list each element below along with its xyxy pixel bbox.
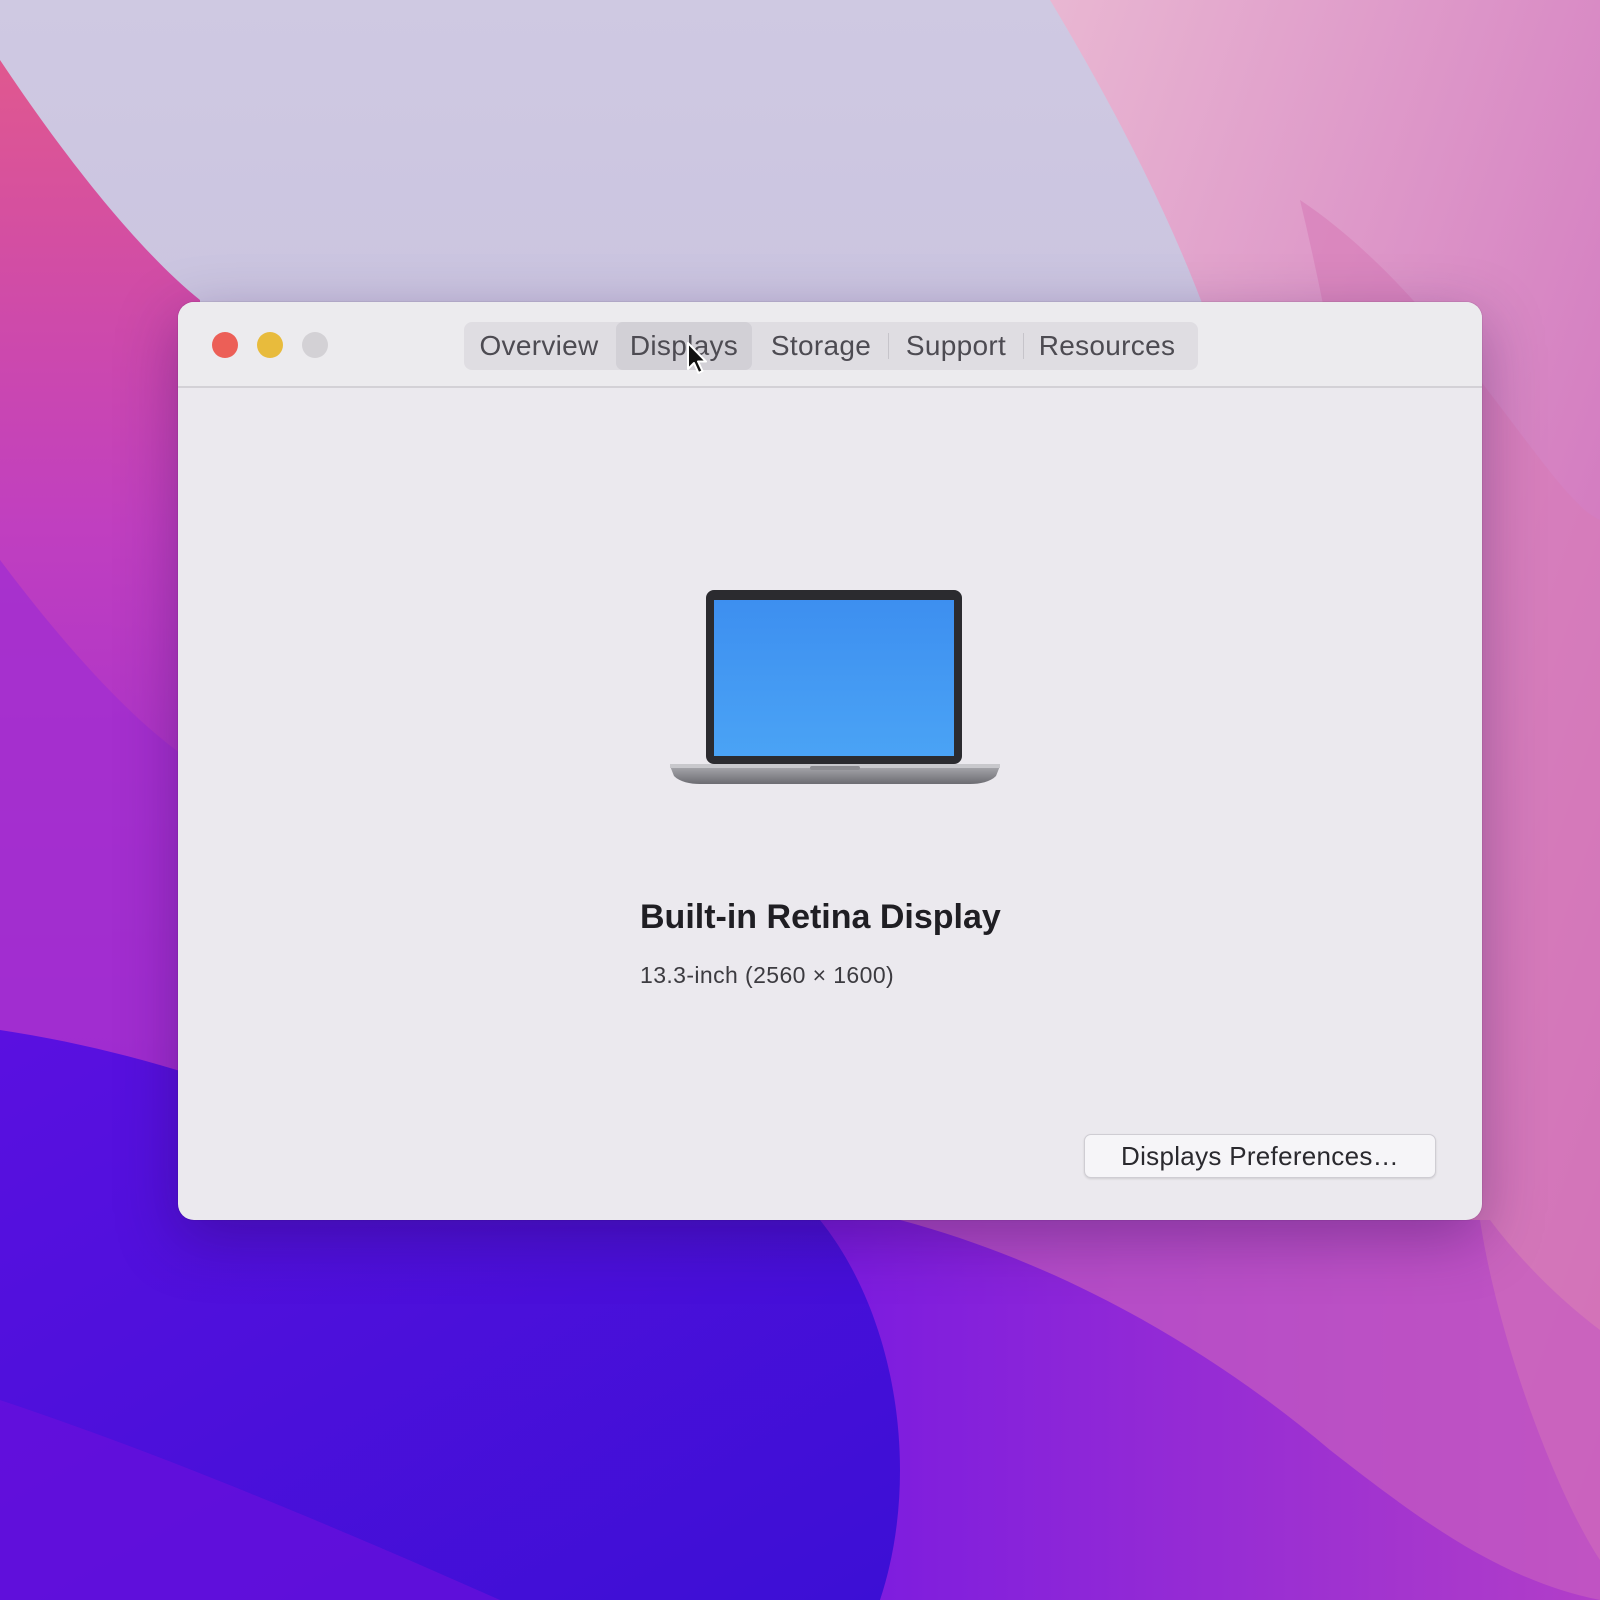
laptop-icon	[670, 590, 1000, 784]
minimize-window-button[interactable]	[257, 332, 283, 358]
close-window-button[interactable]	[212, 332, 238, 358]
window-titlebar: Overview Displays Storage Support Resour…	[178, 302, 1482, 388]
tab-displays[interactable]: Displays	[616, 322, 752, 370]
tab-storage[interactable]: Storage	[754, 322, 888, 370]
displays-preferences-button[interactable]: Displays Preferences…	[1084, 1134, 1436, 1178]
tab-resources[interactable]: Resources	[1024, 322, 1190, 370]
tab-bar: Overview Displays Storage Support Resour…	[464, 322, 1198, 370]
about-this-mac-window: Overview Displays Storage Support Resour…	[178, 302, 1482, 1220]
display-name: Built-in Retina Display	[640, 898, 1001, 936]
tab-overview[interactable]: Overview	[464, 322, 614, 370]
tab-support[interactable]: Support	[889, 322, 1023, 370]
display-details: 13.3-inch (2560 × 1600)	[640, 962, 895, 988]
zoom-window-button	[302, 332, 328, 358]
mouse-pointer-icon	[687, 342, 707, 374]
